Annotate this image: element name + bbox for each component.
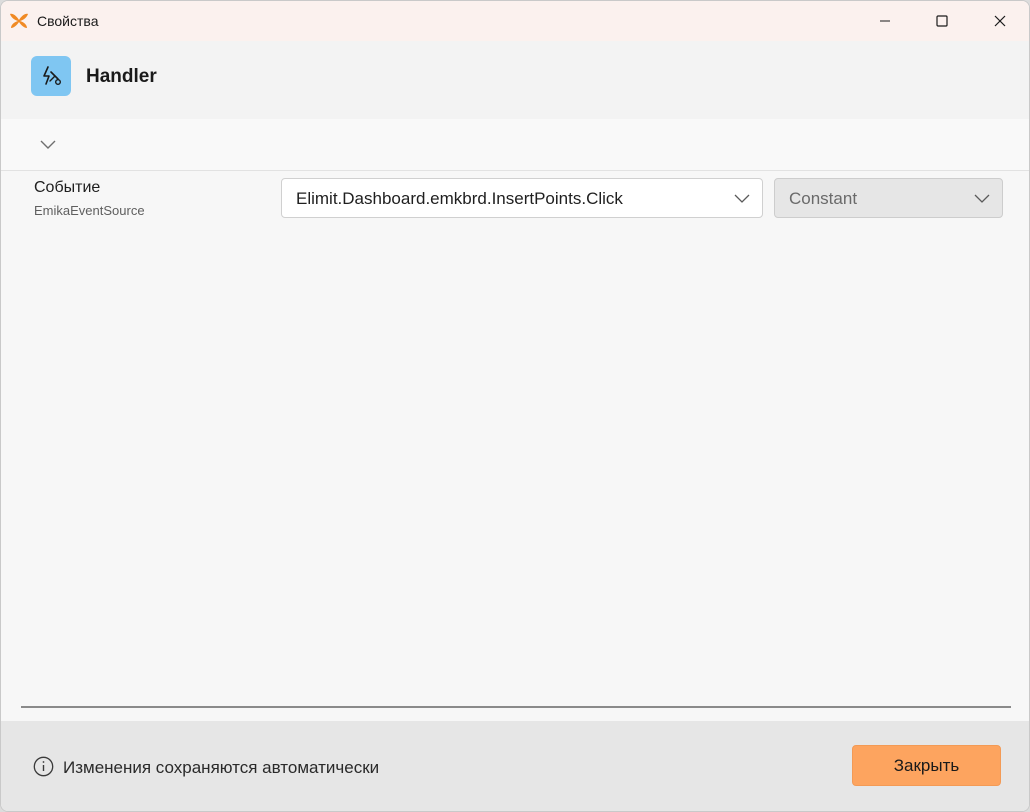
maximize-button[interactable] bbox=[913, 1, 971, 41]
divider bbox=[21, 706, 1011, 708]
chevron-down-icon bbox=[734, 194, 750, 203]
title-bar[interactable]: Свойства bbox=[1, 1, 1029, 41]
collapse-row bbox=[1, 119, 1029, 171]
close-window-button[interactable] bbox=[971, 1, 1029, 41]
close-icon bbox=[994, 15, 1006, 27]
lightning-handler-icon bbox=[43, 66, 62, 85]
close-button[interactable]: Закрыть bbox=[852, 745, 1001, 786]
property-sublabel: EmikaEventSource bbox=[34, 203, 145, 218]
header: Handler bbox=[1, 41, 1029, 119]
chevron-down-icon[interactable] bbox=[38, 137, 58, 151]
minimize-icon bbox=[880, 20, 890, 22]
page-title: Handler bbox=[86, 66, 157, 87]
handler-icon-tile bbox=[31, 56, 71, 96]
minimize-button[interactable] bbox=[856, 1, 914, 41]
window-title: Свойства bbox=[37, 13, 99, 29]
butterfly-icon bbox=[10, 13, 28, 28]
chevron-down-icon bbox=[974, 194, 990, 203]
binding-mode-value: Constant bbox=[789, 189, 858, 208]
info-icon bbox=[33, 756, 54, 777]
properties-window: Свойства Handler Событие EmikaEventSourc… bbox=[0, 0, 1030, 812]
property-label: Событие bbox=[34, 179, 101, 196]
autosave-notice: Изменения сохраняются автоматически bbox=[63, 758, 380, 777]
footer: Изменения сохраняются автоматически Закр… bbox=[1, 721, 1029, 811]
binding-mode-dropdown[interactable]: Constant bbox=[774, 178, 1003, 218]
event-source-dropdown[interactable]: Elimit.Dashboard.emkbrd.InsertPoints.Cli… bbox=[281, 178, 763, 218]
maximize-icon bbox=[936, 15, 948, 27]
event-source-value: Elimit.Dashboard.emkbrd.InsertPoints.Cli… bbox=[296, 189, 623, 208]
